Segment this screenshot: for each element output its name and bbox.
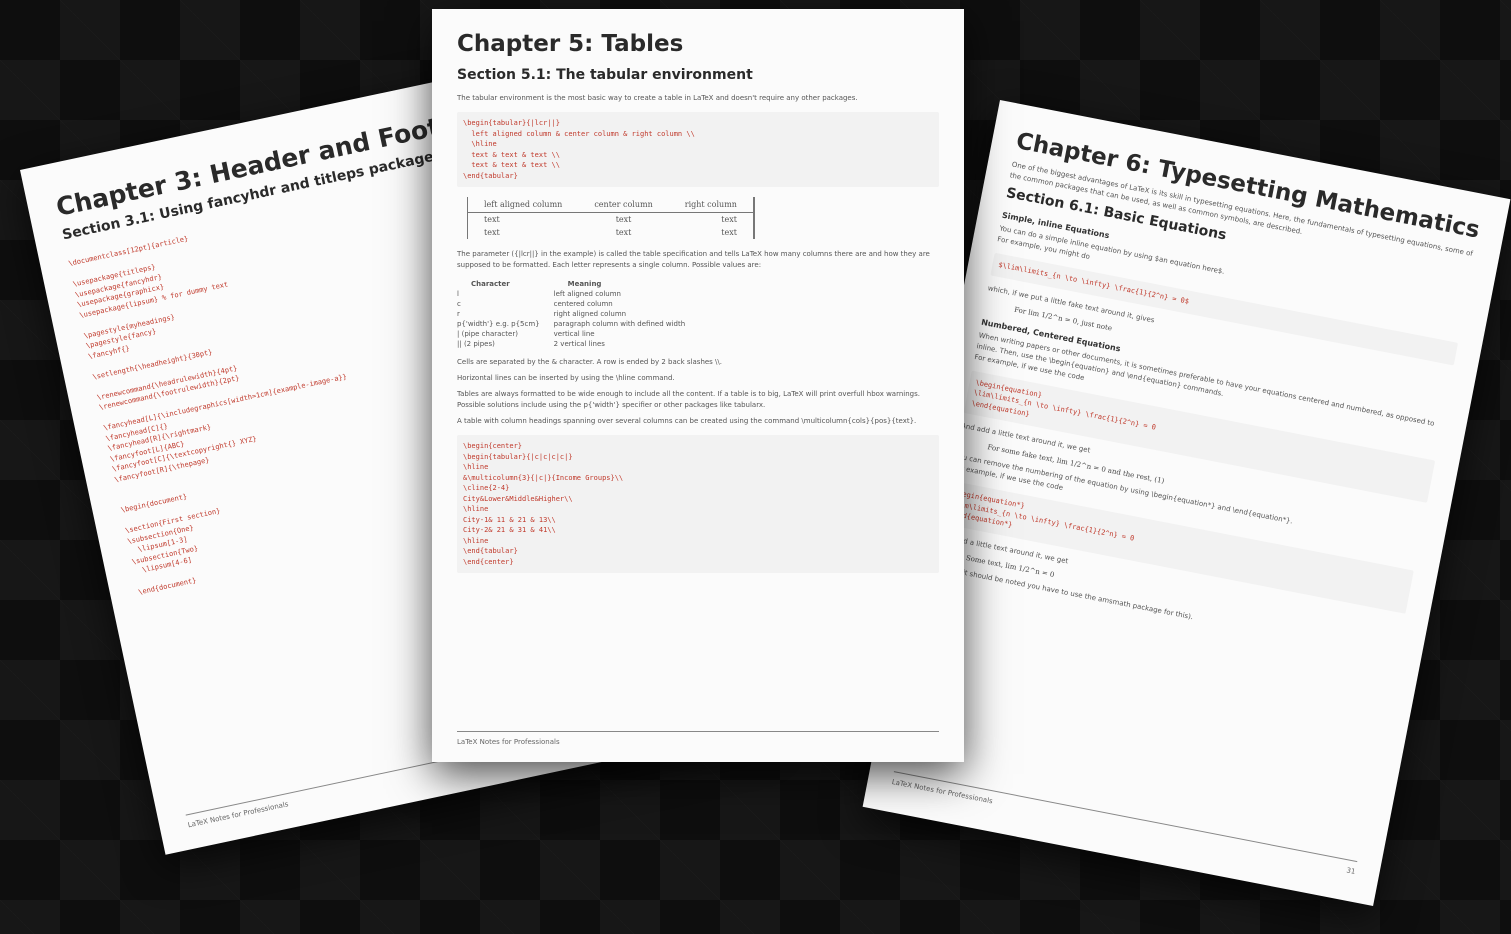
page-number: 31 (1345, 866, 1356, 876)
code-line: \hline (463, 536, 489, 545)
code-line: City-1& 11 & 21 & 13\\ (463, 515, 556, 524)
code-line: \hline (463, 140, 497, 148)
table-cell: 2 vertical lines (553, 340, 605, 348)
code-block: \begin{center} \begin{tabular}{|c|c|c|c|}… (457, 435, 939, 573)
table-cell: vertical line (553, 330, 595, 338)
table-cell: text (668, 212, 755, 226)
book-page-chapter-5: Chapter 5: Tables Section 5.1: The tabul… (432, 9, 964, 762)
table-cell: paragraph column with defined width (553, 320, 686, 328)
table-header: Character (471, 280, 510, 288)
table-cell: centered column (553, 300, 613, 308)
paragraph: Cells are separated by the & character. … (457, 358, 722, 366)
table-cell: text (467, 226, 579, 239)
paragraph: Tables are always formatted to be wide e… (457, 390, 920, 409)
table-row: l left aligned column (457, 289, 699, 299)
table-cell: r (457, 310, 460, 318)
code-line: text & text & text \\ (463, 150, 560, 159)
footer-text: LaTeX Notes for Professionals (891, 777, 994, 806)
paragraph: The parameter ({|lcr||} in the example) … (457, 250, 930, 269)
table-cell: l (457, 290, 459, 298)
table-cell: text (668, 226, 755, 239)
code-line: \begin{tabular}{|c|c|c|c|} (463, 452, 573, 461)
code-line: City&Lower&Middle&Higher\\ (463, 494, 573, 503)
table-cell: p{'width'} e.g. p{5cm} (457, 320, 540, 328)
code-line: \hline (463, 505, 489, 513)
code-line: \end{tabular} (463, 171, 518, 180)
table-row: c centered column (457, 299, 699, 309)
footer-rule (457, 731, 939, 732)
footer-text: LaTeX Notes for Professionals (457, 738, 560, 746)
table-cell: text (615, 228, 632, 237)
table-cell: c (457, 300, 461, 308)
code-line: &\multicolumn{3}{|c|}{Income Groups}\\ (463, 473, 624, 482)
table-header: Meaning (567, 280, 602, 288)
table-row: | (pipe character) vertical line (457, 329, 699, 339)
table-header: left aligned column (467, 197, 579, 213)
paragraph: Horizontal lines can be inserted by usin… (457, 374, 675, 382)
table-row: r right aligned column (457, 309, 699, 319)
code-line: \begin{center} (463, 442, 523, 450)
paragraph: A table with column headings spanning ov… (457, 417, 917, 425)
example-table: left aligned column center column right … (467, 197, 755, 239)
table-row: p{'width'} e.g. p{5cm} paragraph column w… (457, 319, 699, 329)
table-header: center column (578, 197, 669, 213)
footer-rule (893, 771, 1358, 863)
intro-paragraph: The tabular environment is the most basi… (457, 94, 858, 102)
footer-text: LaTeX Notes for Professionals (187, 800, 290, 830)
table-cell: left aligned column (553, 290, 621, 298)
code-line: \begin{tabular}{|lcr||} (463, 119, 560, 127)
code-line: \hline (463, 463, 489, 471)
table-cell: right aligned column (553, 310, 627, 318)
table-header: right column (668, 197, 755, 213)
table-cell: text (467, 212, 579, 226)
section-title: Section 5.1: The tabular environment (457, 67, 753, 83)
specifier-table: Character Meaning l left aligned column c c… (457, 279, 699, 349)
code-line: left aligned column & center column & ri… (463, 129, 695, 138)
code-block: \begin{tabular}{|lcr||} left aligned col… (457, 112, 939, 187)
table-row: text text text (467, 212, 755, 226)
code-line: \cline{2-4} (463, 484, 510, 492)
code-line: City-2& 21 & 31 & 41\\ (463, 526, 556, 534)
table-cell: text (615, 215, 632, 224)
table-row: || (2 pipes) 2 vertical lines (457, 339, 699, 349)
table-cell: | (pipe character) (457, 330, 518, 338)
code-line: \end{center} (463, 557, 514, 566)
chapter-title: Chapter 5: Tables (457, 31, 684, 57)
code-line: \end{tabular} (463, 547, 518, 555)
table-cell: || (2 pipes) (457, 340, 495, 348)
table-row: text text text (467, 226, 755, 239)
code-line: text & text & text \\ (463, 161, 560, 169)
